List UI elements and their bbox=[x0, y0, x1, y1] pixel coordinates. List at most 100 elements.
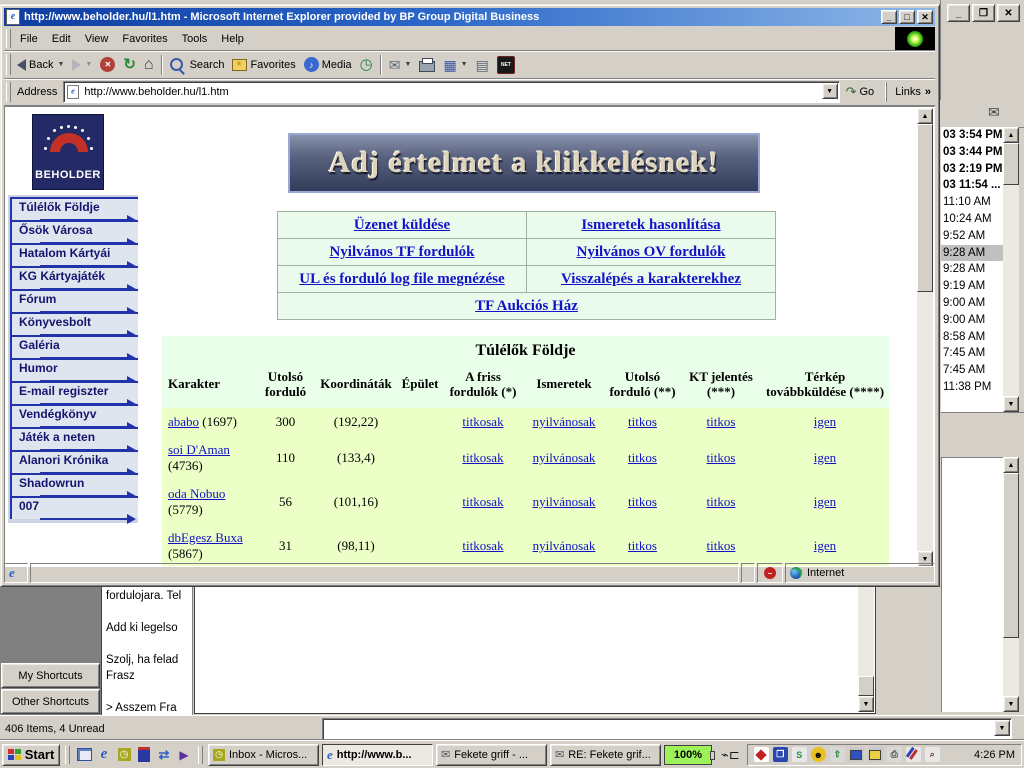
internet-explorer-icon[interactable]: e bbox=[95, 746, 113, 763]
kt-report-link[interactable]: titkos bbox=[707, 494, 736, 509]
forward-button[interactable]: ▼ bbox=[68, 54, 96, 76]
scroll-up-icon[interactable]: ▲ bbox=[1003, 457, 1019, 473]
outlook-close-button[interactable]: ✕ bbox=[997, 4, 1020, 22]
menu-tools[interactable]: Tools bbox=[175, 30, 215, 48]
outlook-icon[interactable]: ◷ bbox=[115, 746, 133, 763]
tray-display-icon[interactable]: ❐ bbox=[773, 747, 788, 762]
maximize-button[interactable]: □ bbox=[899, 10, 915, 24]
scrollbar-thumb[interactable] bbox=[1003, 473, 1019, 638]
other-shortcuts-button[interactable]: Other Shortcuts bbox=[1, 689, 100, 714]
sidebar-item-alanori-kr-nika[interactable]: Alanori Krónika bbox=[10, 450, 138, 473]
menu-favorites[interactable]: Favorites bbox=[115, 30, 174, 48]
menu-help[interactable]: Help bbox=[214, 30, 251, 48]
outlook-restore-button[interactable]: ❐ bbox=[972, 4, 995, 22]
fresh-turns-link[interactable]: titkosak bbox=[462, 414, 503, 429]
tray-search-icon[interactable]: ⌕ bbox=[925, 747, 940, 762]
message-list-item[interactable]: 11:10 AM bbox=[941, 194, 1003, 211]
message-list-item[interactable]: 8:58 AM bbox=[941, 329, 1003, 346]
quick-link[interactable]: UL és forduló log file megnézése bbox=[299, 271, 504, 287]
back-button[interactable]: Back▼ bbox=[13, 54, 68, 76]
tray-shape-icon[interactable] bbox=[754, 747, 769, 762]
stop-button[interactable]: ✕ bbox=[96, 54, 119, 76]
map-forward-link[interactable]: igen bbox=[814, 538, 836, 553]
messenger-button[interactable]: NET bbox=[493, 54, 519, 76]
beholder-logo[interactable]: BEHOLDER bbox=[32, 114, 104, 190]
fresh-turns-link[interactable]: titkosak bbox=[462, 450, 503, 465]
toolbar-grip[interactable] bbox=[6, 54, 11, 76]
outlook-status-combo[interactable]: ▼ bbox=[322, 718, 1012, 740]
character-link[interactable]: soi D'Aman bbox=[168, 442, 230, 457]
sidebar-item-e-mail-regiszter[interactable]: E-mail regiszter bbox=[10, 381, 138, 404]
chevron-down-icon[interactable]: ▼ bbox=[994, 720, 1010, 736]
start-button[interactable]: Start bbox=[2, 744, 60, 766]
outlook-reading-scrollbar[interactable]: ▲ ▼ bbox=[1003, 457, 1019, 712]
message-list-item[interactable]: 11:38 PM bbox=[941, 379, 1003, 396]
outlook-minimize-button[interactable]: _ bbox=[947, 4, 970, 22]
knowledge-link[interactable]: nyilvánosak bbox=[533, 494, 596, 509]
quick-link[interactable]: Visszalépés a karakterekhez bbox=[561, 271, 741, 287]
kt-report-link[interactable]: titkos bbox=[707, 450, 736, 465]
sidebar-item--s-k-v-rosa[interactable]: Ősök Városa bbox=[10, 220, 138, 243]
task-button[interactable]: ◷Inbox - Micros... bbox=[208, 744, 319, 766]
quick-link[interactable]: Nyilvános TF fordulók bbox=[329, 244, 474, 260]
favorites-button[interactable]: Favorites bbox=[228, 54, 299, 76]
message-list-item[interactable]: 9:19 AM bbox=[941, 278, 1003, 295]
sidebar-item-kg-k-rtyaj-t-k[interactable]: KG Kártyajáték bbox=[10, 266, 138, 289]
scroll-up-icon[interactable]: ▲ bbox=[917, 108, 933, 124]
history-button[interactable]: ◷ bbox=[356, 54, 377, 76]
tray-printer-icon[interactable]: ⎙ bbox=[887, 747, 902, 762]
message-body-scrollbar[interactable]: ▼ bbox=[858, 587, 874, 712]
map-forward-link[interactable]: igen bbox=[814, 494, 836, 509]
quick-link[interactable]: Üzenet küldése bbox=[354, 217, 450, 233]
outlook-list-scrollbar[interactable]: ▲ ▼ bbox=[1003, 127, 1019, 412]
quick-link[interactable]: Ismeretek hasonlítása bbox=[581, 217, 720, 233]
last-turn-link[interactable]: titkos bbox=[628, 414, 657, 429]
menu-file[interactable]: File bbox=[13, 30, 45, 48]
menu-view[interactable]: View bbox=[78, 30, 116, 48]
last-turn-link[interactable]: titkos bbox=[628, 538, 657, 553]
message-list-item[interactable]: 03 11:54 ... bbox=[941, 177, 1003, 194]
sync-icon[interactable]: ⇄ bbox=[155, 746, 173, 763]
sidebar-item-shadowrun[interactable]: Shadowrun bbox=[10, 473, 138, 496]
scrollbar-thumb[interactable] bbox=[917, 124, 933, 292]
discuss-button[interactable]: ▤ bbox=[472, 54, 493, 76]
edit-button[interactable]: ▦▼ bbox=[439, 54, 471, 76]
address-input[interactable]: e http://www.beholder.hu/l1.htm ▼ bbox=[63, 81, 839, 103]
character-link[interactable]: oda Nobuo bbox=[168, 486, 225, 501]
sidebar-item-hatalom-k-rty-i[interactable]: Hatalom Kártyái bbox=[10, 243, 138, 266]
tray-monitor-icon[interactable] bbox=[849, 747, 864, 762]
mail-button[interactable]: ✉▼ bbox=[385, 54, 416, 76]
knowledge-link[interactable]: nyilvánosak bbox=[533, 538, 596, 553]
media-button[interactable]: ♪Media bbox=[300, 54, 356, 76]
sidebar-item-k-nyvesbolt[interactable]: Könyvesbolt bbox=[10, 312, 138, 335]
fresh-turns-link[interactable]: titkosak bbox=[462, 538, 503, 553]
banner-ad[interactable]: Adj értelmet a klikkelésnek! bbox=[288, 133, 760, 193]
sidebar-item-humor[interactable]: Humor bbox=[10, 358, 138, 381]
quick-link[interactable]: Nyilvános OV fordulók bbox=[577, 244, 726, 260]
message-list-item[interactable]: 9:28 AM bbox=[941, 245, 1003, 262]
scroll-up-icon[interactable]: ▲ bbox=[1003, 127, 1019, 143]
message-list-item[interactable]: 03 3:54 PM bbox=[941, 127, 1003, 144]
tray-antivirus-icon[interactable] bbox=[906, 747, 921, 762]
refresh-button[interactable]: ↻ bbox=[119, 54, 140, 76]
sidebar-item-007[interactable]: 007 bbox=[10, 496, 138, 519]
sidebar-item-gal-ria[interactable]: Galéria bbox=[10, 335, 138, 358]
minimize-button[interactable]: _ bbox=[881, 10, 897, 24]
character-link[interactable]: ababo bbox=[168, 414, 199, 429]
search-button[interactable]: Search bbox=[166, 54, 229, 76]
sidebar-item-vend-gk-nyv[interactable]: Vendégkönyv bbox=[10, 404, 138, 427]
message-list-item[interactable]: 9:28 AM bbox=[941, 261, 1003, 278]
menu-edit[interactable]: Edit bbox=[45, 30, 78, 48]
floppy-icon[interactable] bbox=[135, 746, 153, 763]
tray-monitor2-icon[interactable] bbox=[868, 747, 883, 762]
message-list-item[interactable]: 7:45 AM bbox=[941, 362, 1003, 379]
taskbar-clock[interactable]: 4:26 PM bbox=[974, 749, 1015, 761]
go-button[interactable]: ↷Go bbox=[840, 84, 881, 100]
scrollbar-thumb[interactable] bbox=[1003, 143, 1019, 185]
my-shortcuts-button[interactable]: My Shortcuts bbox=[1, 663, 100, 688]
last-turn-link[interactable]: titkos bbox=[628, 494, 657, 509]
quick-link[interactable]: TF Aukciós Ház bbox=[475, 298, 578, 314]
toolbar-grip[interactable] bbox=[6, 29, 11, 47]
kt-report-link[interactable]: titkos bbox=[707, 538, 736, 553]
map-forward-link[interactable]: igen bbox=[814, 450, 836, 465]
